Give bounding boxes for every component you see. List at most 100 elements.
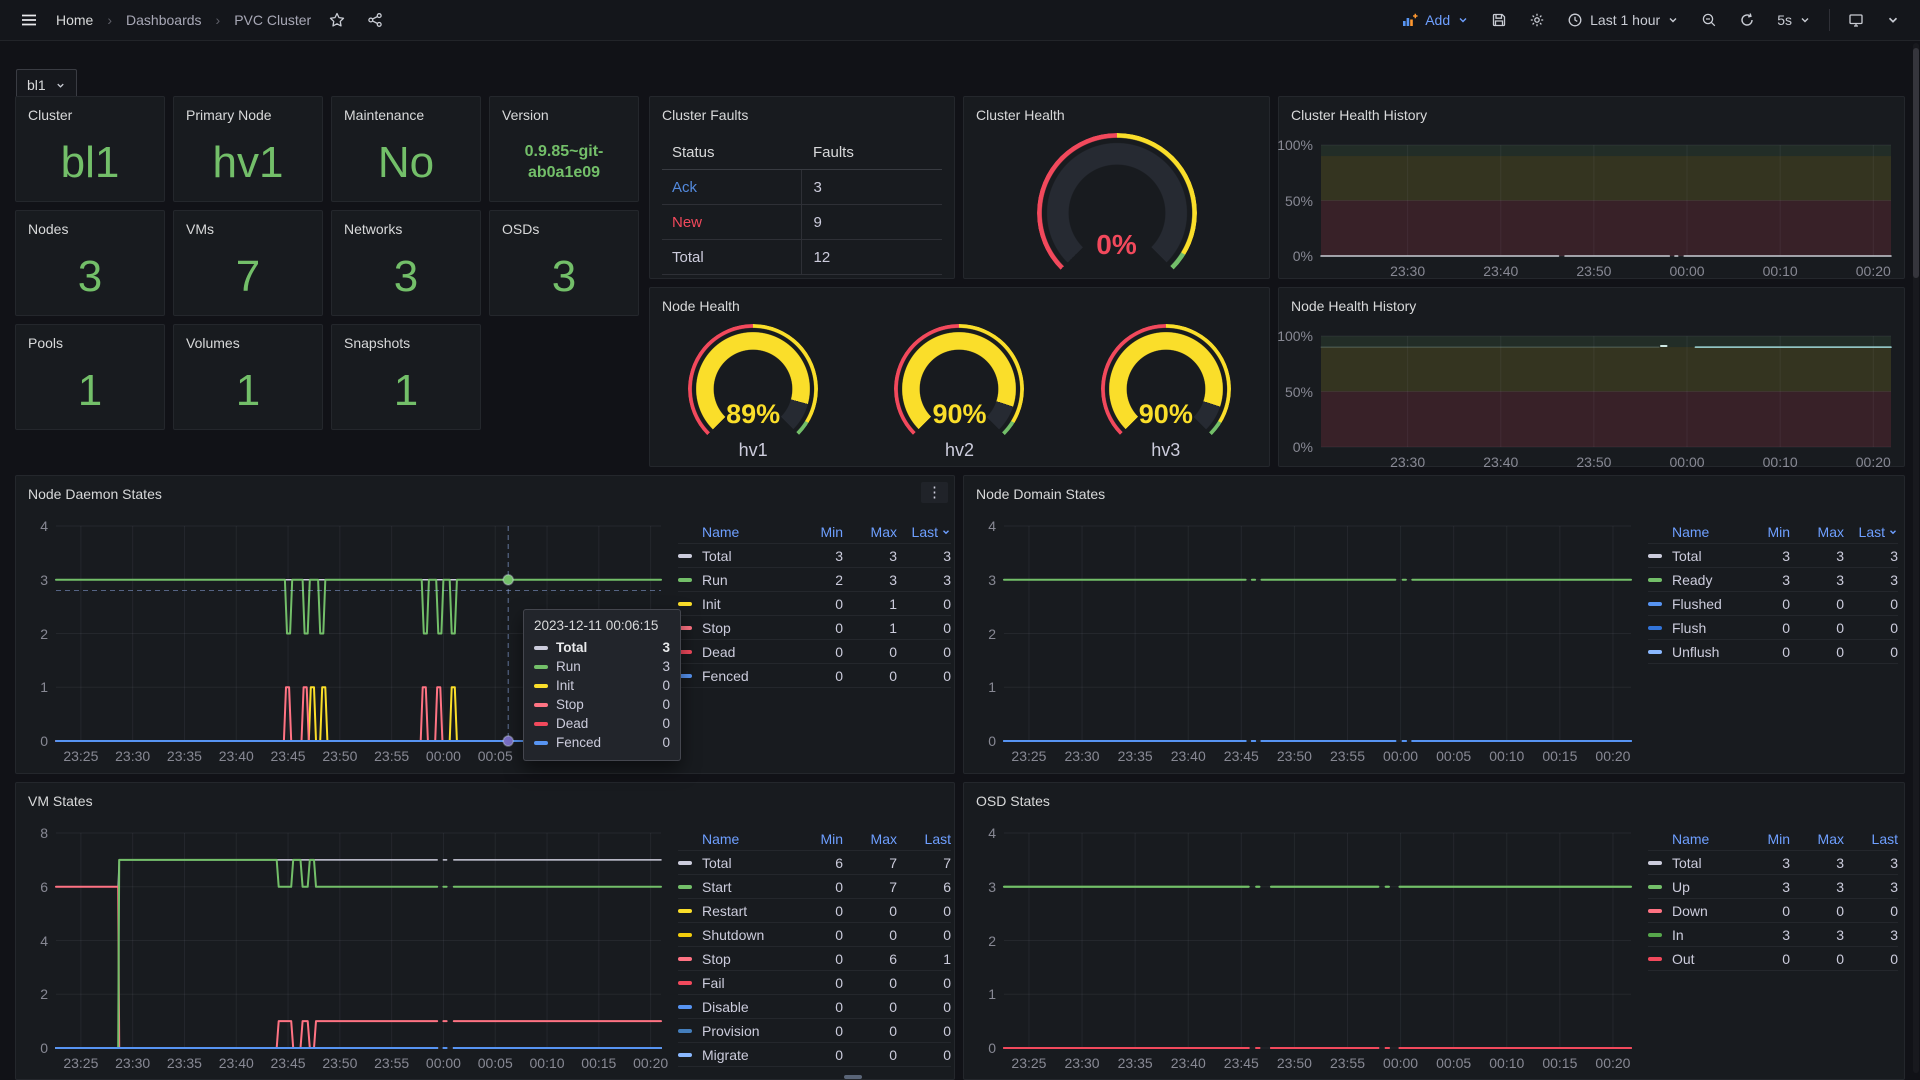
x-axis-tick-label: 00:15	[1542, 748, 1577, 764]
legend-row-up[interactable]: Up333	[1648, 875, 1898, 899]
zoom-out-icon[interactable]	[1697, 8, 1721, 32]
legend-row-total[interactable]: Total333	[1648, 851, 1898, 875]
legend-sort-min[interactable]: Min	[1736, 524, 1790, 540]
legend-row-start[interactable]: Start076	[678, 875, 951, 899]
dashboard-settings-icon[interactable]	[1525, 8, 1549, 32]
legend-row-total[interactable]: Total677	[678, 851, 951, 875]
faults-table-row: New9	[662, 205, 942, 240]
legend-sort-min[interactable]: Min	[1736, 831, 1790, 847]
add-dropdown[interactable]: Add	[1398, 8, 1473, 32]
legend-sort-name[interactable]: Name	[678, 831, 789, 847]
legend-row-migrate[interactable]: Migrate000	[678, 1043, 951, 1067]
menu-toggle-icon[interactable]	[16, 7, 42, 33]
panel-title[interactable]: Snapshots	[332, 325, 480, 351]
legend-row-dead[interactable]: Dead000	[678, 640, 951, 664]
panel-menu-icon[interactable]: ⋮	[921, 482, 948, 503]
panel-title[interactable]: VMs	[174, 211, 322, 237]
legend-row-disable[interactable]: Disable000	[678, 995, 951, 1019]
legend-sort-last[interactable]: Last	[897, 831, 951, 847]
nav-chevron-down-icon[interactable]	[1882, 9, 1904, 31]
page-scrollbar-thumb[interactable]	[1913, 48, 1919, 278]
breadcrumb-dashboards[interactable]: Dashboards	[126, 12, 202, 28]
share-icon[interactable]	[363, 8, 387, 32]
y-axis-tick-label: 50%	[1285, 384, 1313, 400]
legend-sort-max[interactable]: Max	[843, 524, 897, 540]
legend-sort-name[interactable]: Name	[1648, 831, 1736, 847]
save-dashboard-icon[interactable]	[1487, 8, 1511, 32]
stat-value: 1	[16, 357, 164, 425]
panel-title[interactable]: Node Health History	[1279, 288, 1904, 314]
legend-sort-min[interactable]: Min	[789, 831, 843, 847]
legend-scrollbar-thumb[interactable]	[844, 1075, 862, 1079]
node-domain-chart[interactable]: 0123423:2523:3023:3523:4023:4523:5023:55…	[1004, 526, 1631, 741]
gauge-value: 0%	[1037, 229, 1197, 261]
favorite-star-icon[interactable]	[325, 8, 349, 32]
panel-title[interactable]: OSDs	[490, 211, 638, 237]
legend-sort-last[interactable]: Last	[1844, 831, 1898, 847]
legend-row-shutdown[interactable]: Shutdown000	[678, 923, 951, 947]
legend-row-ready[interactable]: Ready333	[1648, 568, 1898, 592]
panel-title[interactable]: Version	[490, 97, 638, 123]
panel-title[interactable]: Cluster Faults	[650, 97, 954, 123]
y-axis-tick-label: 1	[988, 679, 996, 695]
panel-title[interactable]: Node Health	[650, 288, 1269, 314]
refresh-interval-dropdown[interactable]: 5s	[1773, 8, 1815, 32]
panel-title[interactable]: Volumes	[174, 325, 322, 351]
panel-title[interactable]: Cluster Health	[964, 97, 1269, 123]
legend-row-fail[interactable]: Fail000	[678, 971, 951, 995]
panel-title[interactable]: Primary Node	[174, 97, 322, 123]
panel-title[interactable]: Node Daemon States	[16, 476, 954, 502]
gauge-fill-ring	[688, 324, 818, 454]
node-health-history-chart[interactable]: 0%50%100%23:3023:4023:5000:0000:1000:20	[1321, 336, 1891, 447]
refresh-icon[interactable]	[1735, 8, 1759, 32]
legend-sort-max[interactable]: Max	[1790, 524, 1844, 540]
panel-title[interactable]: Node Domain States	[964, 476, 1904, 502]
legend-row-stop[interactable]: Stop061	[678, 947, 951, 971]
osd-states-chart[interactable]: 0123423:2523:3023:3523:4023:4523:5023:55…	[1004, 833, 1631, 1048]
legend-row-restart[interactable]: Restart000	[678, 899, 951, 923]
panel-title[interactable]: Maintenance	[332, 97, 480, 123]
panel-title[interactable]: OSD States	[964, 783, 1904, 809]
y-axis-tick-label: 50%	[1285, 193, 1313, 209]
legend-row-stop[interactable]: Stop010	[678, 616, 951, 640]
legend-row-in[interactable]: In333	[1648, 923, 1898, 947]
series-color-chip	[1648, 957, 1662, 961]
legend-sort-max[interactable]: Max	[1790, 831, 1844, 847]
legend-row-unflush[interactable]: Unflush000	[1648, 640, 1898, 664]
time-range-picker[interactable]: Last 1 hour	[1563, 8, 1683, 32]
legend-row-out[interactable]: Out000	[1648, 947, 1898, 971]
panel-title[interactable]: Cluster	[16, 97, 164, 123]
panel-title[interactable]: VM States	[16, 783, 954, 809]
legend-row-flushed[interactable]: Flushed000	[1648, 592, 1898, 616]
legend-row-down[interactable]: Down000	[1648, 899, 1898, 923]
stat-panel-version: Version0.9.85~git-ab0a1e09	[489, 96, 639, 202]
legend-row-init[interactable]: Init010	[678, 592, 951, 616]
panel-title[interactable]: Pools	[16, 325, 164, 351]
legend-sort-name[interactable]: Name	[1648, 524, 1736, 540]
legend-sort-max[interactable]: Max	[843, 831, 897, 847]
node-health-gauge-hv2: 90%hv2	[894, 324, 1024, 461]
panel-title[interactable]: Cluster Health History	[1279, 97, 1904, 123]
cluster-health-history-chart[interactable]: 0%50%100%23:3023:4023:5000:0000:1000:20	[1321, 145, 1891, 256]
legend-row-total[interactable]: Total333	[1648, 544, 1898, 568]
osd-states-legend: NameMinMaxLast Total333Up333Down000In333O…	[1648, 827, 1898, 971]
series-color-chip	[1648, 554, 1662, 558]
legend-row-run[interactable]: Run233	[678, 568, 951, 592]
vm-states-chart[interactable]: 0246823:2523:3023:3523:4023:4523:5023:55…	[56, 833, 661, 1048]
legend-row-total[interactable]: Total333	[678, 544, 951, 568]
legend-sort-name[interactable]: Name	[678, 524, 789, 540]
x-axis-tick-label: 23:40	[1171, 1055, 1206, 1071]
legend-row-provision[interactable]: Provision000	[678, 1019, 951, 1043]
panel-title[interactable]: Networks	[332, 211, 480, 237]
legend-row-fenced[interactable]: Fenced000	[678, 664, 951, 688]
breadcrumb-home[interactable]: Home	[56, 12, 93, 28]
legend-sort-last[interactable]: Last	[1844, 524, 1898, 540]
panel-title[interactable]: Nodes	[16, 211, 164, 237]
x-axis-tick-label: 00:20	[1595, 1055, 1630, 1071]
legend-sort-last[interactable]: Last	[897, 524, 951, 540]
legend-row-flush[interactable]: Flush000	[1648, 616, 1898, 640]
x-axis-tick-label: 23:50	[322, 1055, 357, 1071]
legend-sort-min[interactable]: Min	[789, 524, 843, 540]
tooltip-rows: Total3Run3Init0Stop0Dead0Fenced0	[534, 638, 670, 752]
tv-mode-icon[interactable]	[1844, 8, 1868, 32]
